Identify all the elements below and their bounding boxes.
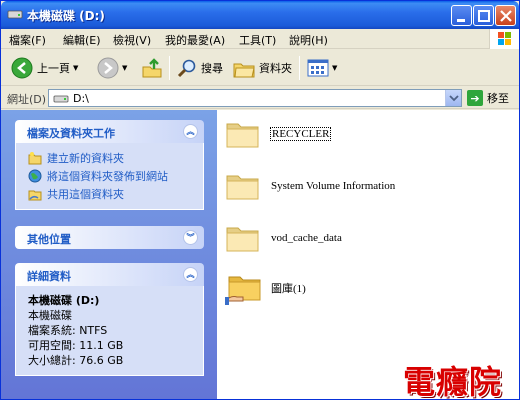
file-tasks-header[interactable]: 檔案及資料夾工作 ︽: [15, 120, 204, 143]
shared-folder-icon: [28, 190, 42, 201]
task-new-folder[interactable]: 建立新的資料夾: [28, 149, 195, 167]
back-button[interactable]: 上一頁 ▼: [11, 56, 78, 80]
task-share-folder[interactable]: 共用這個資料夾: [28, 185, 195, 203]
folder-item[interactable]: RECYCLER: [225, 112, 332, 156]
menu-favorites[interactable]: 我的最愛(A): [165, 32, 225, 48]
search-button[interactable]: 搜尋: [177, 56, 223, 80]
folder-item[interactable]: System Volume Information: [225, 164, 395, 208]
folders-icon: [233, 63, 255, 78]
minimize-icon: [457, 19, 465, 22]
details-name: 本機磁碟 (D:): [28, 294, 100, 307]
details-filesystem: 檔案系統: NTFS: [28, 324, 108, 337]
folder-icon: [226, 123, 259, 148]
details-free-space: 可用空間: 11.1 GB: [28, 339, 124, 352]
address-value: D:\: [73, 92, 89, 105]
close-button[interactable]: [495, 5, 516, 26]
toolbar-separator: [169, 56, 170, 80]
maximize-button[interactable]: [473, 5, 494, 26]
search-label: 搜尋: [201, 62, 223, 75]
details-title: 詳細資料: [27, 270, 71, 283]
shared-folder-icon: [225, 276, 261, 305]
file-tasks-body: 建立新的資料夾 將這個資料夾發佈到網站 共用這個資料夾: [15, 143, 204, 210]
back-label: 上一頁: [37, 62, 70, 75]
menu-tools[interactable]: 工具(T): [239, 32, 276, 48]
globe-icon: [28, 169, 42, 183]
up-folder-button[interactable]: [141, 56, 163, 80]
details-panel: 詳細資料 ︽ 本機磁碟 (D:) 本機磁碟 檔案系統: NTFS 可用空間: 1…: [15, 263, 204, 376]
drive-icon: [53, 95, 69, 103]
views-button[interactable]: ▼: [307, 56, 337, 80]
address-dropdown-button[interactable]: [445, 90, 461, 106]
forward-arrow-icon: [97, 57, 119, 79]
task-label: 建立新的資料夾: [47, 152, 124, 165]
file-tasks-title: 檔案及資料夾工作: [27, 127, 115, 140]
file-list: RECYCLER System Volume Information vod_c…: [217, 110, 519, 399]
new-folder-icon: [28, 152, 42, 165]
window-title: 本機磁碟 (D:): [27, 9, 105, 23]
folder-icon: [226, 175, 259, 200]
folder-icon: [226, 227, 259, 252]
go-label: 移至: [487, 92, 509, 105]
details-total-size: 大小總計: 76.6 GB: [28, 354, 124, 367]
minimize-button[interactable]: [451, 5, 472, 26]
folders-button[interactable]: 資料夾: [233, 56, 292, 80]
menu-file[interactable]: 檔案(F): [9, 32, 46, 48]
content-area: 檔案及資料夾工作 ︽ 建立新的資料夾 將這個資料夾發佈到網站 共用這個資料夾 其…: [1, 110, 519, 400]
title-bar[interactable]: 本機磁碟 (D:): [1, 1, 519, 29]
details-body: 本機磁碟 (D:) 本機磁碟 檔案系統: NTFS 可用空間: 11.1 GB …: [15, 286, 204, 376]
folder-name: 圖庫(1): [271, 283, 306, 295]
close-icon: [500, 10, 512, 22]
address-label: 網址(D): [7, 93, 47, 106]
explorer-window: 本機磁碟 (D:) 檔案(F) 編輯(E) 檢視(V) 我的最愛(A) 工具(T…: [0, 0, 520, 400]
windows-logo-icon: [489, 29, 519, 49]
folders-label: 資料夾: [259, 62, 292, 75]
watermark-logo: 電癮院: [403, 363, 503, 400]
views-icon: [307, 59, 329, 77]
maximize-icon: [478, 10, 490, 22]
menu-help[interactable]: 說明(H): [289, 32, 328, 48]
task-publish-web[interactable]: 將這個資料夾發佈到網站: [28, 167, 195, 185]
task-pane: 檔案及資料夾工作 ︽ 建立新的資料夾 將這個資料夾發佈到網站 共用這個資料夾 其…: [1, 110, 217, 399]
collapse-icon[interactable]: ︽: [183, 267, 198, 282]
drive-icon: [7, 10, 23, 19]
chevron-down-icon: [449, 95, 459, 102]
task-label: 共用這個資料夾: [47, 188, 124, 201]
other-places-panel: 其他位置 ︾: [15, 226, 204, 249]
forward-dropdown-icon[interactable]: ▼: [122, 64, 127, 72]
expand-icon[interactable]: ︾: [183, 230, 198, 245]
other-places-header[interactable]: 其他位置 ︾: [15, 226, 204, 249]
menu-edit[interactable]: 編輯(E): [63, 32, 101, 48]
file-tasks-panel: 檔案及資料夾工作 ︽ 建立新的資料夾 將這個資料夾發佈到網站 共用這個資料夾: [15, 120, 204, 210]
folder-item[interactable]: vod_cache_data: [225, 216, 342, 260]
details-header[interactable]: 詳細資料 ︽: [15, 263, 204, 286]
up-folder-icon: [142, 58, 162, 78]
details-type: 本機磁碟: [28, 309, 72, 322]
go-button[interactable]: ➔ 移至: [467, 89, 509, 107]
task-label: 將這個資料夾發佈到網站: [47, 170, 168, 183]
forward-button[interactable]: ▼: [97, 56, 127, 80]
folder-name: vod_cache_data: [271, 232, 342, 244]
address-input[interactable]: D:\: [48, 89, 462, 107]
folder-item[interactable]: 圖庫(1): [225, 266, 306, 310]
go-arrow-icon: ➔: [467, 90, 483, 106]
menu-bar: 檔案(F) 編輯(E) 檢視(V) 我的最愛(A) 工具(T) 說明(H): [1, 29, 519, 49]
views-dropdown-icon[interactable]: ▼: [332, 64, 337, 72]
menu-view[interactable]: 檢視(V): [113, 32, 151, 48]
toolbar-separator: [299, 56, 300, 80]
back-arrow-icon: [11, 57, 33, 79]
collapse-icon[interactable]: ︽: [183, 124, 198, 139]
address-bar: 網址(D) D:\ ➔ 移至: [1, 87, 519, 109]
back-dropdown-icon[interactable]: ▼: [73, 64, 78, 72]
search-icon: [177, 59, 196, 78]
folder-name: RECYCLER: [269, 127, 332, 141]
other-places-title: 其他位置: [27, 233, 71, 246]
folder-name: System Volume Information: [271, 180, 396, 192]
toolbar: 上一頁 ▼ ▼ 搜尋 資料夾 ▼: [1, 50, 519, 86]
